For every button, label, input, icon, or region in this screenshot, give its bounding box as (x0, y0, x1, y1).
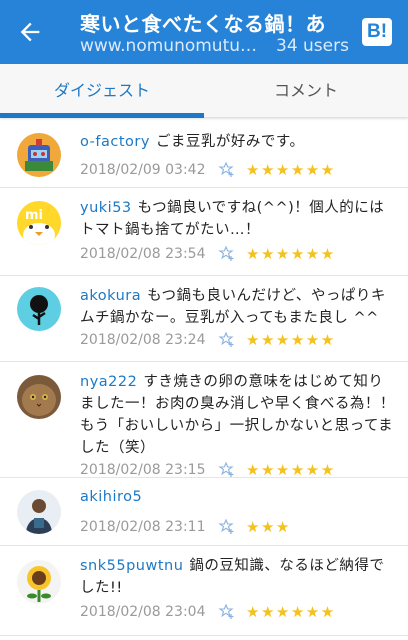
comment-meta: 2018/02/08 23:04 ★★★★★★ (80, 601, 398, 623)
page-url[interactable]: www.nomunomutuk... (80, 36, 258, 56)
star-rating[interactable]: ★★★★★★ (246, 329, 336, 351)
comment-text: o-factory ごま豆乳が好みです。 (80, 131, 398, 153)
tab-comments[interactable]: コメント (204, 64, 408, 118)
page-title: 寒いと食べたくなる鍋！あ (80, 12, 326, 36)
comment-username[interactable]: akihiro5 (80, 489, 142, 505)
comment-date: 2018/02/08 23:24 (80, 332, 206, 348)
comment-text: yuki53 もつ鍋良いですね(^^)！個人的にはトマト鍋も捨てがたい…！ (80, 197, 398, 241)
comment-item: o-factory ごま豆乳が好みです。 2018/02/09 03:42 ★★★… (0, 122, 408, 188)
comment-username[interactable]: snk55puwtnu (80, 558, 183, 574)
comment-item: mi yuki53 もつ鍋良いですね(^^)！個人的にはトマト鍋も捨てがたい…！ … (0, 188, 408, 276)
sunflower-avatar[interactable] (17, 560, 61, 604)
comment-date: 2018/02/09 03:42 (80, 162, 206, 178)
star-rating[interactable]: ★★★★★★ (246, 243, 336, 265)
comment-text: nya222 すき焼きの卵の意味をはじめて知りました一！お肉の臭み消しや早く食べる… (80, 371, 398, 459)
add-star-icon[interactable] (218, 603, 236, 621)
comment-meta: 2018/02/08 23:24 ★★★★★★ (80, 329, 398, 351)
comment-item: nya222 すき焼きの卵の意味をはじめて知りました一！お肉の臭み消しや早く食べる… (0, 362, 408, 479)
chick-avatar[interactable]: mi (17, 201, 61, 245)
comment-username[interactable]: nya222 (80, 374, 137, 390)
comment-meta: 2018/02/08 23:11 ★★★ (80, 516, 398, 538)
comment-meta: 2018/02/08 23:54 ★★★★★★ (80, 243, 398, 265)
add-star-icon[interactable] (218, 161, 236, 179)
hatena-bookmark-button[interactable]: B! (362, 18, 392, 46)
tab-bar: ダイジェスト コメント (0, 64, 408, 118)
add-star-icon[interactable] (218, 331, 236, 349)
comment-username[interactable]: akokura (80, 288, 141, 304)
comment-date: 2018/02/08 23:04 (80, 604, 206, 620)
rose-avatar[interactable] (17, 287, 61, 331)
person-avatar[interactable] (17, 490, 61, 534)
add-star-icon[interactable] (218, 245, 236, 263)
comment-item: akokura もつ鍋も良いんだけど、やっぱりキムチ鍋かなー。豆乳が入ってもまた良… (0, 276, 408, 362)
comment-item: akihiro5 2018/02/08 23:11 ★★★ (0, 478, 408, 546)
star-rating[interactable]: ★★★★★★ (246, 159, 336, 181)
comment-body: ごま豆乳が好みです。 (155, 134, 305, 150)
comment-username[interactable]: o-factory (80, 134, 150, 150)
comment-username[interactable]: yuki53 (80, 200, 132, 216)
star-rating[interactable]: ★★★ (246, 516, 291, 538)
add-star-icon[interactable] (218, 461, 236, 479)
cat-avatar[interactable] (17, 375, 61, 419)
star-rating[interactable]: ★★★★★★ (246, 601, 336, 623)
robot-avatar[interactable] (17, 133, 61, 177)
comment-date: 2018/02/08 23:11 (80, 519, 206, 535)
comment-text: akihiro5 (80, 486, 398, 508)
comment-text: akokura もつ鍋も良いんだけど、やっぱりキムチ鍋かなー。豆乳が入ってもまた良… (80, 285, 398, 329)
tab-digest[interactable]: ダイジェスト (0, 64, 204, 118)
comment-date: 2018/02/08 23:54 (80, 246, 206, 262)
svg-text:mi: mi (25, 208, 43, 223)
comment-text: snk55puwtnu 鍋の豆知識、なるほど納得でした!! (80, 555, 398, 599)
back-arrow-icon[interactable] (16, 18, 44, 46)
add-star-icon[interactable] (218, 518, 236, 536)
comment-meta: 2018/02/09 03:42 ★★★★★★ (80, 159, 398, 181)
app-bar: 寒いと食べたくなる鍋！あ www.nomunomutuk... 34 users… (0, 0, 408, 64)
comment-item: snk55puwtnu 鍋の豆知識、なるほど納得でした!! 2018/02/08 … (0, 546, 408, 636)
users-count[interactable]: 34 users (276, 36, 349, 56)
active-tab-indicator (0, 113, 204, 118)
